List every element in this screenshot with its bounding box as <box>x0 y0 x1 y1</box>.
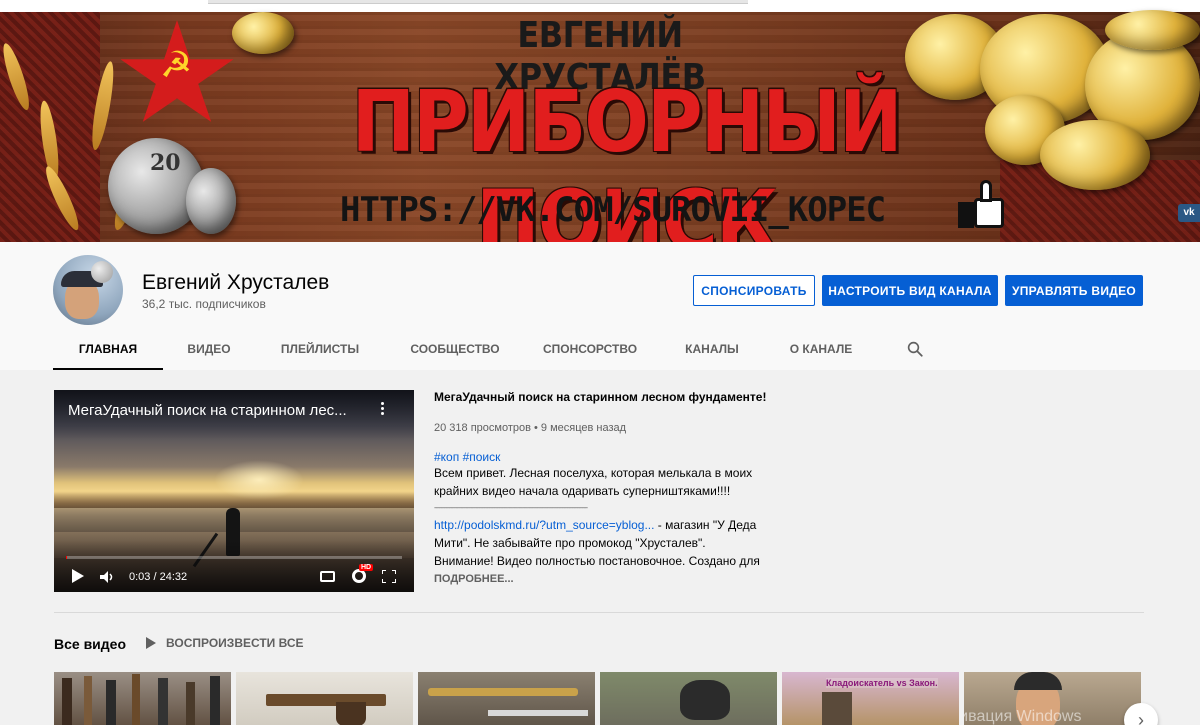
progress-fill <box>66 556 67 559</box>
tab-community[interactable]: СООБЩЕСТВО <box>399 330 511 370</box>
hd-badge: HD <box>359 564 374 571</box>
time-display: 0:03 / 24:32 <box>129 571 188 583</box>
sponsor-button[interactable]: СПОНСИРОВАТЬ <box>693 275 815 306</box>
video-thumbnail-pistol[interactable] <box>236 672 413 725</box>
hammer-sickle-icon: ☭ <box>160 44 193 85</box>
tab-videos[interactable]: ВИДЕО <box>173 330 245 370</box>
thumbs-up-icon <box>958 180 1008 230</box>
tab-about[interactable]: О КАНАЛЕ <box>781 330 861 370</box>
gold-coin-small <box>232 12 294 54</box>
video-thumbnail-law[interactable]: Кладоискатель vs Закон. <box>782 672 959 725</box>
video-description: Всем привет. Лесная поселуха, которая ме… <box>434 464 774 570</box>
gold-coin-5 <box>1040 120 1150 190</box>
channel-banner: ☭ 20 ЕВГЕНИЙ ХРУСТАЛЁВ ПРИБОРНЫЙ ПОИСК H… <box>0 0 1200 242</box>
windows-watermark: Активация Windows <box>964 708 1082 725</box>
video-thumbnail-find[interactable] <box>600 672 777 725</box>
vk-link-icon[interactable]: vk <box>1178 204 1200 222</box>
play-all-button[interactable]: ВОСПРОИЗВЕСТИ ВСЕ <box>146 636 304 650</box>
description-promo: http://podolskmd.ru/?utm_source=yblog...… <box>434 516 774 552</box>
player-title[interactable]: МегаУдачный поиск на старинном лес... <box>68 402 368 419</box>
description-separator: ----------------------------------------… <box>434 503 588 512</box>
play-icon[interactable] <box>72 569 84 583</box>
more-options-icon[interactable] <box>376 400 388 418</box>
channel-header: Евгений Хрусталев 36,2 тыс. подписчиков … <box>0 242 1200 370</box>
play-all-icon <box>146 637 156 649</box>
tab-playlists[interactable]: ПЛЕЙЛИСТЫ <box>271 330 369 370</box>
tab-channels[interactable]: КАНАЛЫ <box>675 330 749 370</box>
video-thumbnail-dagger[interactable] <box>418 672 595 725</box>
manage-videos-button[interactable]: УПРАВЛЯТЬ ВИДЕО <box>1005 275 1143 306</box>
video-thumbnail-person[interactable]: Активация Windows <box>964 672 1141 725</box>
volume-icon[interactable] <box>100 571 114 583</box>
tab-home[interactable]: ГЛАВНАЯ <box>53 330 163 370</box>
video-thumbnail-knives[interactable] <box>54 672 231 725</box>
address-bar-edge <box>208 0 748 4</box>
show-more-link[interactable]: ПОДРОБНЕЕ... <box>434 573 774 585</box>
shop-link[interactable]: http://podolskmd.ru/?utm_source=yblog... <box>434 518 654 532</box>
description-warning: Внимание! Видео полностью постановочное.… <box>434 554 760 568</box>
fullscreen-icon[interactable] <box>382 570 396 583</box>
avatar[interactable] <box>53 255 123 325</box>
search-icon[interactable] <box>906 340 924 358</box>
settings-gear-icon[interactable] <box>352 569 366 583</box>
play-all-label: ВОСПРОИЗВЕСТИ ВСЕ <box>166 636 304 650</box>
all-videos-title[interactable]: Все видео <box>54 636 126 652</box>
channel-home-content: МегаУдачный поиск на старинном лес... 0:… <box>0 370 1200 725</box>
featured-video-player[interactable]: МегаУдачный поиск на старинном лес... 0:… <box>54 390 414 592</box>
chevron-right-icon[interactable]: › <box>1124 703 1158 725</box>
section-divider <box>54 612 1144 613</box>
video-meta: 20 318 просмотров • 9 месяцев назад <box>434 422 627 434</box>
customize-channel-button[interactable]: НАСТРОИТЬ ВИД КАНАЛА <box>822 275 998 306</box>
browser-strip <box>0 0 1200 12</box>
progress-bar[interactable] <box>66 556 402 559</box>
description-line: Всем привет. Лесная поселуха, которая ме… <box>434 466 753 498</box>
coin-denomination: 20 <box>150 150 181 176</box>
hashtags[interactable]: #коп #поиск <box>434 450 774 464</box>
silver-coin-2 <box>186 168 236 234</box>
gold-coin-6 <box>1105 10 1200 50</box>
channel-name: Евгений Хрусталев <box>142 271 330 294</box>
video-thumbnails-row: Кладоискатель vs Закон. Активация Window… <box>54 672 1144 725</box>
channel-tabs: ГЛАВНАЯ ВИДЕО ПЛЕЙЛИСТЫ СООБЩЕСТВО СПОНС… <box>53 330 1153 370</box>
featured-video-info: МегаУдачный поиск на старинном лесном фу… <box>434 390 774 585</box>
subscriber-count: 36,2 тыс. подписчиков <box>142 297 266 311</box>
banner-url: HTTPS://VK.COM/SUROVII_KOPEC <box>340 190 886 230</box>
tab-sponsorship[interactable]: СПОНСОРСТВО <box>535 330 645 370</box>
thumbnail-caption: Кладоискатель vs Закон. <box>826 678 938 688</box>
subtitles-icon[interactable] <box>320 571 335 582</box>
featured-video-title[interactable]: МегаУдачный поиск на старинном лесном фу… <box>434 390 774 404</box>
